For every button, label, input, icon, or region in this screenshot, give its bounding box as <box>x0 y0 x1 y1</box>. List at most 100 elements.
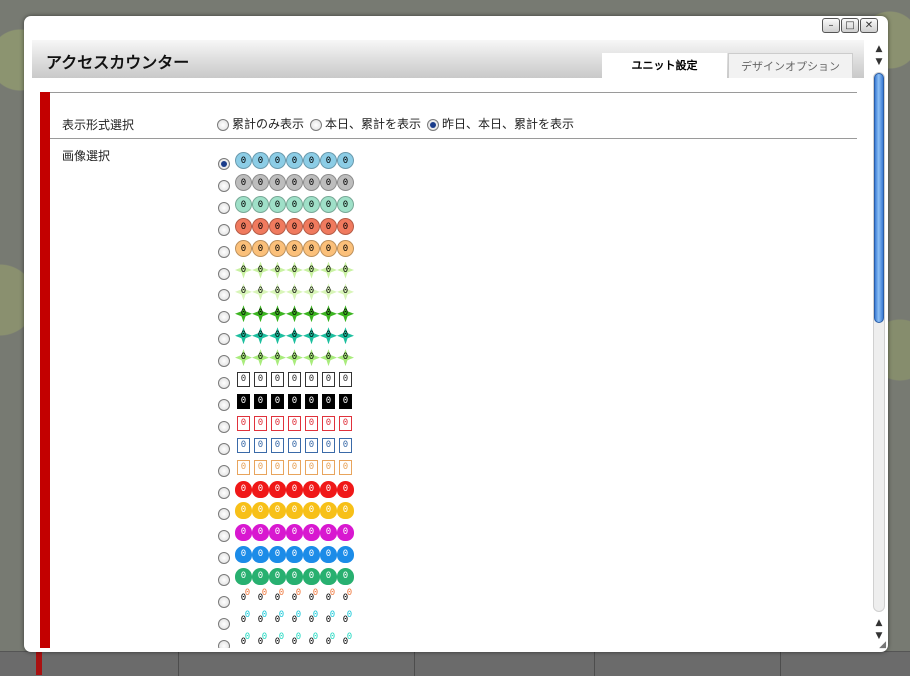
digit-glyph: 0 <box>252 502 269 520</box>
digit-glyph: 0 <box>303 173 320 191</box>
digit-glyph: 0 <box>237 437 250 453</box>
radio-button[interactable] <box>218 596 230 608</box>
digit-glyph: 0 <box>320 480 337 498</box>
digit-glyph: 0 <box>254 415 267 431</box>
digit-glyph: 0 <box>286 173 303 191</box>
radio-button[interactable] <box>218 530 230 543</box>
resize-grip-icon[interactable]: ◢ <box>879 640 886 650</box>
counter-digit-preview: 0000000 <box>235 502 354 520</box>
minimize-button[interactable]: – <box>822 18 840 33</box>
counter-digit-preview: 0000000 <box>235 480 354 498</box>
digit-glyph: 0 <box>337 217 354 235</box>
radio-button[interactable] <box>217 118 229 131</box>
radio-button[interactable] <box>218 398 230 411</box>
radio-button[interactable] <box>218 355 230 368</box>
counter-digit-preview: 0000000 <box>235 568 354 586</box>
digit-glyph: 0 <box>286 546 303 564</box>
digit-glyph: 0 <box>240 614 247 625</box>
digit-glyph: 0 <box>303 261 320 279</box>
digit-glyph: 0 <box>337 152 354 169</box>
radio-button[interactable] <box>218 464 230 477</box>
digit-glyph: 0 <box>320 546 337 564</box>
digit-glyph: 0 <box>252 261 269 279</box>
digit-glyph: 0 <box>337 568 354 586</box>
format-option-2[interactable]: 本日、累計を表示 <box>310 117 421 131</box>
digit-glyph: 0 <box>305 415 318 431</box>
radio-button[interactable] <box>218 158 230 170</box>
digit-glyph: 0 <box>257 614 264 625</box>
format-option-label: 本日、累計を表示 <box>325 117 422 131</box>
digit-glyph: 0 <box>286 349 303 367</box>
radio-button[interactable] <box>218 245 230 258</box>
background-page-strip <box>0 651 910 676</box>
counter-digit-preview: 0000000 <box>235 546 354 564</box>
radio-button[interactable] <box>218 201 230 214</box>
digit-glyph: 0 <box>252 327 269 345</box>
digit-glyph: 0 <box>339 372 352 387</box>
vertical-scrollbar[interactable]: ▲ ▼ ▲ ▼ <box>872 40 886 646</box>
format-radio-group: 累計のみ表示 本日、累計を表示 昨日、本日、累計を表示 <box>217 115 580 132</box>
page-title: アクセスカウンター <box>46 55 190 72</box>
radio-button[interactable] <box>218 574 230 587</box>
tab-unit-settings[interactable]: ユニット設定 <box>602 53 727 78</box>
digit-glyph: 0 <box>286 502 303 520</box>
digit-glyph: 0 <box>325 636 332 647</box>
radio-button[interactable] <box>218 442 230 455</box>
digit-glyph: 0 <box>320 283 337 301</box>
digit-glyph: 0 <box>237 415 250 431</box>
radio-button[interactable] <box>218 179 230 192</box>
digit-glyph: 0 <box>337 327 354 345</box>
digit-glyph: 0 <box>288 372 301 387</box>
counter-digit-preview: 0000000 <box>235 195 354 213</box>
digit-glyph: 0 <box>286 217 303 235</box>
radio-button[interactable] <box>310 118 323 131</box>
counter-digit-preview: 0000000 <box>235 327 354 345</box>
counter-digit-preview: 0000000 <box>235 590 354 607</box>
digit-glyph: 0 <box>320 349 337 367</box>
digit-glyph: 0 <box>308 614 315 625</box>
digit-glyph: 0 <box>235 152 252 169</box>
radio-button[interactable] <box>218 552 230 565</box>
digit-glyph: 0 <box>308 593 315 603</box>
radio-button[interactable] <box>218 617 230 630</box>
radio-button[interactable] <box>218 223 230 236</box>
radio-button[interactable] <box>427 118 440 131</box>
digit-glyph: 0 <box>252 568 269 586</box>
digit-glyph: 0 <box>291 636 298 647</box>
digit-glyph: 0 <box>274 614 281 625</box>
scrollbar-track[interactable] <box>873 72 885 612</box>
digit-glyph: 0 <box>269 568 286 586</box>
close-button[interactable]: ✕ <box>860 18 878 33</box>
digit-glyph: 0 <box>320 217 337 235</box>
arrow-down-icon[interactable]: ▼ <box>872 55 886 70</box>
scrollbar-thumb[interactable] <box>874 73 884 323</box>
digit-glyph: 0 <box>286 568 303 586</box>
image-label: 画像選択 <box>62 149 111 163</box>
section-accent-bar <box>40 92 50 648</box>
counter-digit-preview: 0000000 <box>235 152 354 169</box>
radio-button[interactable] <box>218 333 230 346</box>
digit-glyph: 0 <box>320 261 337 279</box>
digit-glyph: 0 <box>235 480 252 498</box>
digit-glyph: 0 <box>274 636 281 647</box>
digit-glyph: 0 <box>235 546 252 564</box>
digit-glyph: 0 <box>235 327 252 345</box>
radio-button[interactable] <box>218 486 230 499</box>
maximize-button[interactable]: □ <box>841 18 859 33</box>
radio-button[interactable] <box>218 508 230 521</box>
radio-button[interactable] <box>218 377 230 389</box>
digit-glyph: 0 <box>337 283 354 301</box>
digit-glyph: 0 <box>337 239 354 257</box>
radio-button[interactable] <box>218 289 230 302</box>
radio-button[interactable] <box>218 311 230 324</box>
digit-glyph: 0 <box>342 636 349 647</box>
format-option-1[interactable]: 累計のみ表示 <box>217 117 304 131</box>
radio-button[interactable] <box>218 639 230 648</box>
digit-glyph: 0 <box>269 283 286 301</box>
tab-design-options[interactable]: デザインオプション <box>728 53 853 78</box>
digit-glyph: 0 <box>252 524 269 542</box>
format-option-3[interactable]: 昨日、本日、累計を表示 <box>427 117 574 131</box>
radio-button[interactable] <box>218 420 230 433</box>
digit-glyph: 0 <box>303 305 320 323</box>
radio-button[interactable] <box>218 267 230 280</box>
